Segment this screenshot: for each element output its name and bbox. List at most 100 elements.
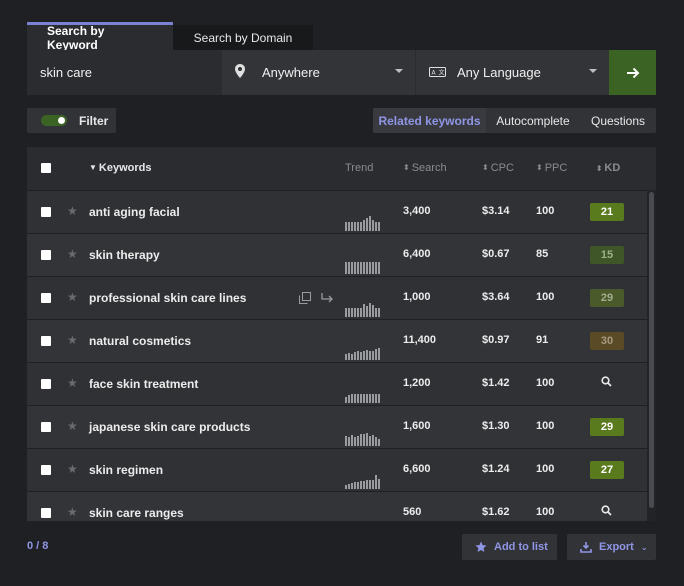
search-submit-button[interactable] [609,50,656,95]
search-kd-icon[interactable] [601,505,612,519]
keyword-text[interactable]: skin therapy [89,248,160,262]
star-icon[interactable]: ★ [67,247,78,261]
trend-bar [369,351,371,360]
tab-autocomplete[interactable]: Autocomplete [486,108,580,133]
star-icon[interactable]: ★ [67,376,78,390]
row-tools [299,292,334,307]
column-cpc[interactable]: ⬍ CPC [482,162,514,174]
table-row[interactable]: ★ japanese skin care products 1,600 $1.30 10… [27,405,647,448]
trend-sparkline [345,389,383,403]
ppc-value: 85 [536,248,549,260]
select-all-checkbox[interactable] [41,163,51,173]
trend-bar [354,394,356,403]
table-row[interactable]: ★ natural cosmetics 11,400 $0.97 91 30 [27,319,647,362]
trend-bar [360,262,362,274]
table-row[interactable]: ★ anti aging facial 3,400 $3.14 100 21 [27,190,647,233]
table-scrollbar[interactable] [647,190,656,521]
trend-bar [372,262,374,274]
keyword-text[interactable]: skin care ranges [89,506,184,520]
row-checkbox[interactable] [41,293,51,303]
row-checkbox[interactable] [41,508,51,518]
trend-bar [354,262,356,274]
column-keywords[interactable]: ▼ Keywords [89,162,152,174]
trend-bar [366,306,368,317]
keyword-text[interactable]: natural cosmetics [89,334,191,348]
table-row[interactable]: ★ skin therapy 6,400 $0.67 85 15 [27,233,647,276]
star-icon[interactable]: ★ [67,204,78,218]
row-checkbox[interactable] [41,250,51,260]
trend-bar [345,485,347,489]
filter-switch[interactable] [41,115,67,126]
trend-bar [375,394,377,403]
trend-bar [357,482,359,489]
trend-bar [357,262,359,274]
keyword-text[interactable]: face skin treatment [89,377,198,391]
search-volume: 1,000 [403,291,431,303]
ppc-value: 100 [536,420,555,432]
ppc-value: 100 [536,506,555,518]
filter-label: Filter [79,113,109,128]
cpc-value: $1.30 [482,420,510,432]
cpc-value: $1.42 [482,377,510,389]
tab-questions[interactable]: Questions [580,108,656,133]
sort-icon: ⬍ [595,163,603,173]
star-icon[interactable]: ★ [67,333,78,347]
search-kd-icon[interactable] [601,376,612,390]
table-row[interactable]: ★ face skin treatment 1,200 $1.42 100 [27,362,647,405]
row-checkbox[interactable] [41,422,51,432]
column-kd[interactable]: ⬍ KD [591,159,625,177]
copy-icon[interactable] [299,292,311,307]
star-icon[interactable]: ★ [67,290,78,304]
kd-badge: 21 [590,203,624,221]
star-icon[interactable]: ★ [67,419,78,433]
table-row[interactable]: ★ skin care ranges 560 $1.62 100 [27,491,647,521]
star-icon[interactable]: ★ [67,462,78,476]
tab-search-by-domain[interactable]: Search by Domain [173,25,313,50]
row-checkbox[interactable] [41,207,51,217]
trend-bar [348,437,350,446]
trend-bar [354,482,356,489]
redirect-arrow-icon[interactable] [321,292,334,307]
tab-related-keywords[interactable]: Related keywords [373,108,486,133]
keyword-text[interactable]: professional skin care lines [89,291,246,305]
trend-bar [348,484,350,489]
cpc-value: $0.97 [482,334,510,346]
search-volume: 3,400 [403,205,431,217]
tab-search-by-keyword[interactable]: Search by Keyword [27,22,173,52]
kd-badge: 27 [590,461,624,479]
star-icon[interactable]: ★ [67,505,78,519]
trend-bar [345,222,347,231]
trend-bar [360,481,362,489]
keyword-text[interactable]: anti aging facial [89,205,180,219]
export-button[interactable]: Export ⌄ [567,534,656,560]
trend-bar [378,262,380,274]
ppc-value: 100 [536,291,555,303]
table-row[interactable]: ★ skin regimen 6,600 $1.24 100 27 [27,448,647,491]
trend-bar [372,394,374,403]
trend-bar [369,303,371,317]
trend-bar [348,308,350,317]
trend-bar [345,262,347,274]
filter-toggle-button[interactable]: Filter [27,108,116,133]
trend-bar [372,435,374,446]
keyword-text[interactable]: skin regimen [89,463,163,477]
language-select[interactable]: A文 Any Language [415,50,609,95]
row-checkbox[interactable] [41,465,51,475]
export-label: Export [599,541,634,553]
add-to-list-button[interactable]: Add to list [462,534,557,560]
trend-bar [378,479,380,489]
table-row[interactable]: ★ professional skin care lines 1,000 $3.64 1… [27,276,647,319]
trend-sparkline [345,475,383,489]
column-ppc[interactable]: ⬍ PPC [536,162,567,174]
row-checkbox[interactable] [41,336,51,346]
scrollbar-thumb[interactable] [649,192,654,508]
chevron-down-icon: ⌄ [640,542,648,552]
column-search[interactable]: ⬍ Search [403,162,447,174]
trend-bar [369,394,371,403]
keyword-input[interactable] [27,50,221,95]
keyword-text[interactable]: japanese skin care products [89,420,250,434]
location-select[interactable]: Anywhere [221,50,415,95]
trend-bar [369,436,371,446]
row-checkbox[interactable] [41,379,51,389]
trend-bar [351,354,353,360]
